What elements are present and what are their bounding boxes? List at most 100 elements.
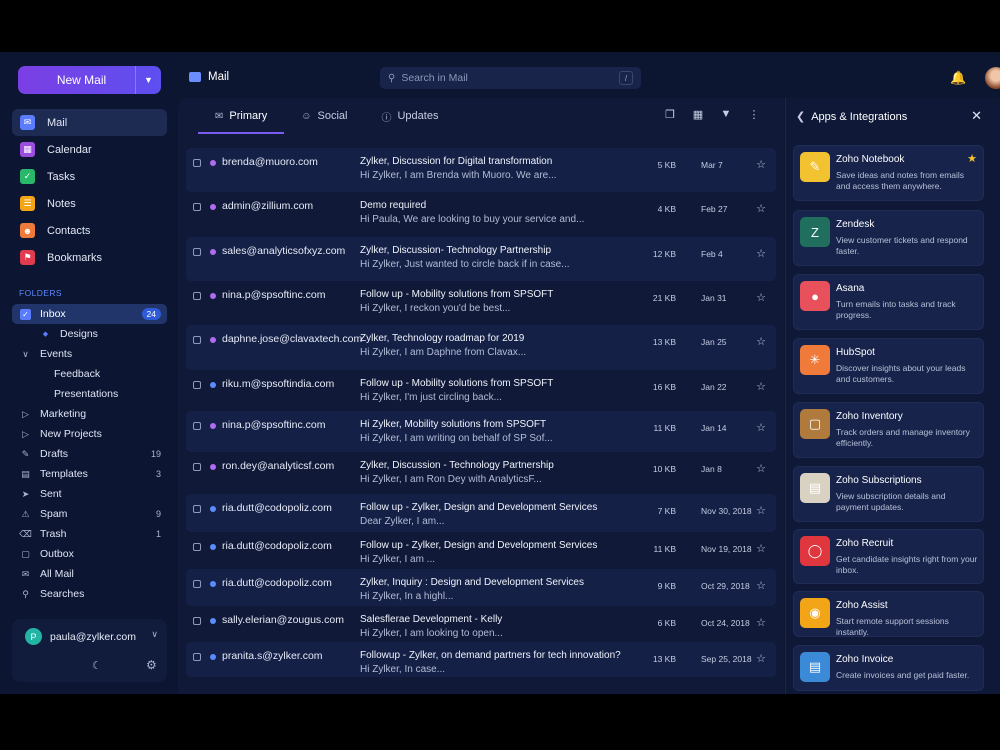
new-mail-button[interactable]: New Mail ▼ xyxy=(18,66,161,94)
gear-icon[interactable]: ⚙ xyxy=(146,658,157,672)
app-card[interactable]: ▤ Zoho Invoice Create invoices and get pai… xyxy=(793,645,984,691)
folder-spam[interactable]: ⚠ Spam 9 xyxy=(12,504,167,524)
close-icon[interactable]: ✕ xyxy=(971,108,982,124)
filter-icon[interactable]: ▼ xyxy=(718,108,734,121)
table-row[interactable]: riku.m@spsoftindia.com Follow up - Mobili… xyxy=(186,370,776,411)
row-checkbox[interactable] xyxy=(193,505,201,513)
app-card[interactable]: ◯ Zoho Recruit Get candidate insights righ… xyxy=(793,529,984,584)
table-row[interactable]: pranita.s@zylker.com Followup - Zylker, o… xyxy=(186,642,776,677)
table-row[interactable]: nina.p@spsoftinc.com Follow up - Mobility… xyxy=(186,281,776,325)
email-sender: nina.p@spsoftinc.com xyxy=(222,419,326,431)
nav-item-calendar[interactable]: ▦ Calendar xyxy=(12,136,167,163)
app-card[interactable]: Z Zendesk View customer tickets and respon… xyxy=(793,210,984,266)
chevron-right-icon[interactable]: ▷ xyxy=(20,409,31,420)
star-icon[interactable]: ☆ xyxy=(756,380,766,393)
row-checkbox[interactable] xyxy=(193,159,201,167)
folder-trash[interactable]: ⌫ Trash 1 xyxy=(12,524,167,544)
folder-new-projects[interactable]: ▷ New Projects xyxy=(12,424,167,444)
folder-designs[interactable]: ◆ Designs xyxy=(12,324,167,344)
table-row[interactable]: sales@analyticsofxyz.com Zylker, Discussi… xyxy=(186,237,776,281)
star-icon[interactable]: ☆ xyxy=(756,462,766,475)
app-card[interactable]: ▢ Zoho Inventory Track orders and manage i… xyxy=(793,402,984,458)
more-options-icon[interactable]: ⋮ xyxy=(746,108,762,121)
bell-icon[interactable]: 🔔 xyxy=(950,70,966,86)
star-icon[interactable]: ☆ xyxy=(756,579,766,592)
chevron-down-icon[interactable]: ∨ xyxy=(20,349,31,360)
row-checkbox[interactable] xyxy=(193,422,201,430)
table-row[interactable]: nina.p@spsoftinc.com Hi Zylker, Mobility … xyxy=(186,411,776,452)
app-card[interactable]: ▤ Zoho Subscriptions View subscription det… xyxy=(793,466,984,522)
table-row[interactable]: admin@zillium.com Demo required Hi Paula, … xyxy=(186,192,776,237)
row-checkbox[interactable] xyxy=(193,292,201,300)
email-sender: daphne.jose@clavaxtech.com xyxy=(222,333,363,345)
tab-social[interactable]: ☺ Social xyxy=(284,98,364,134)
folder-label: Outbox xyxy=(40,548,74,560)
folder-templates[interactable]: ▤ Templates 3 xyxy=(12,464,167,484)
moon-icon[interactable]: ☾ xyxy=(92,659,102,672)
tab-updates[interactable]: ⓘ Updates xyxy=(364,98,455,134)
table-row[interactable]: sally.elerian@zougus.com Salesflerae Deve… xyxy=(186,606,776,642)
star-icon[interactable]: ☆ xyxy=(756,202,766,215)
row-checkbox[interactable] xyxy=(193,203,201,211)
favorite-star-icon[interactable]: ★ xyxy=(967,152,977,165)
table-row[interactable]: ron.dey@analyticsf.com Zylker, Discussion… xyxy=(186,452,776,494)
tab-primary[interactable]: ✉ Primary xyxy=(198,98,285,134)
folder-sent[interactable]: ➤ Sent xyxy=(12,484,167,504)
row-checkbox[interactable] xyxy=(193,580,201,588)
chevron-down-icon[interactable]: ∨ xyxy=(151,629,158,640)
star-icon[interactable]: ☆ xyxy=(756,335,766,348)
row-checkbox[interactable] xyxy=(193,381,201,389)
table-row[interactable]: ria.dutt@codopoliz.com Follow up - Zylker… xyxy=(186,494,776,532)
star-icon[interactable]: ☆ xyxy=(756,542,766,555)
folder-marketing[interactable]: ▷ Marketing xyxy=(12,404,167,424)
copy-icon[interactable]: ❐ xyxy=(662,108,678,121)
star-icon[interactable]: ☆ xyxy=(756,504,766,517)
star-icon[interactable]: ☆ xyxy=(756,291,766,304)
table-row[interactable]: ria.dutt@codopoliz.com Follow up - Zylker… xyxy=(186,532,776,569)
info-icon: ⓘ xyxy=(381,112,392,124)
star-icon[interactable]: ☆ xyxy=(756,247,766,260)
table-row[interactable]: ria.dutt@codopoliz.com Zylker, Inquiry : … xyxy=(186,569,776,606)
row-checkbox[interactable] xyxy=(193,653,201,661)
star-icon[interactable]: ☆ xyxy=(756,616,766,629)
search-bar[interactable]: ⚲ / xyxy=(380,67,641,89)
folder-feedback[interactable]: Feedback xyxy=(12,364,167,384)
avatar[interactable] xyxy=(985,67,1000,89)
folder-all-mail[interactable]: ✉ All Mail xyxy=(12,564,167,584)
row-checkbox[interactable] xyxy=(193,543,201,551)
app-card[interactable]: ✎ Zoho Notebook Save ideas and notes from … xyxy=(793,145,984,201)
row-checkbox[interactable] xyxy=(193,336,201,344)
folder-events[interactable]: ∨ Events xyxy=(12,344,167,364)
nav-item-mail[interactable]: ✉ Mail xyxy=(12,109,167,136)
nav-item-bookmarks[interactable]: ⚑ Bookmarks xyxy=(12,244,167,271)
sidebar: New Mail ▼ ✉ Mail ▦ Calendar ✓ Tasks ☰ N… xyxy=(0,52,174,694)
folder-count: 3 xyxy=(155,469,161,479)
star-icon[interactable]: ☆ xyxy=(756,158,766,171)
table-row[interactable]: brenda@muoro.com Zylker, Discussion for D… xyxy=(186,148,776,192)
row-checkbox[interactable] xyxy=(193,617,201,625)
row-checkbox[interactable] xyxy=(193,463,201,471)
star-icon[interactable]: ☆ xyxy=(756,421,766,434)
chevron-right-icon[interactable]: ▷ xyxy=(20,429,31,440)
search-input[interactable] xyxy=(401,72,602,84)
folder-searches[interactable]: ⚲ Searches xyxy=(12,584,167,604)
app-card[interactable]: ● Asana Turn emails into tasks and track p… xyxy=(793,274,984,330)
star-icon[interactable]: ☆ xyxy=(756,652,766,665)
table-row[interactable]: daphne.jose@clavaxtech.com Zylker, Techno… xyxy=(186,325,776,370)
row-checkbox[interactable] xyxy=(193,248,201,256)
account-switcher[interactable]: P paula@zylker.com ∨ ☾ ⚙ xyxy=(12,619,167,682)
folder-drafts[interactable]: ✎ Drafts 19 xyxy=(12,444,167,464)
folder-outbox[interactable]: ▢ Outbox xyxy=(12,544,167,564)
view-layout-icon[interactable]: ▦ xyxy=(690,108,706,121)
folder-presentations[interactable]: Presentations xyxy=(12,384,167,404)
folder-inbox[interactable]: ✓ Inbox 24 xyxy=(12,304,167,324)
app-card[interactable]: ✳ HubSpot Discover insights about your lea… xyxy=(793,338,984,394)
nav-item-contacts[interactable]: ☻ Contacts xyxy=(12,217,167,244)
unread-dot xyxy=(210,382,216,388)
nav-item-notes[interactable]: ☰ Notes xyxy=(12,190,167,217)
app-card[interactable]: ◉ Zoho Assist Start remote support session… xyxy=(793,591,984,637)
nav-item-tasks[interactable]: ✓ Tasks xyxy=(12,163,167,190)
back-icon[interactable]: ❮ xyxy=(796,110,805,123)
chevron-down-icon[interactable]: ▼ xyxy=(135,66,161,94)
folder-label: All Mail xyxy=(40,568,74,580)
